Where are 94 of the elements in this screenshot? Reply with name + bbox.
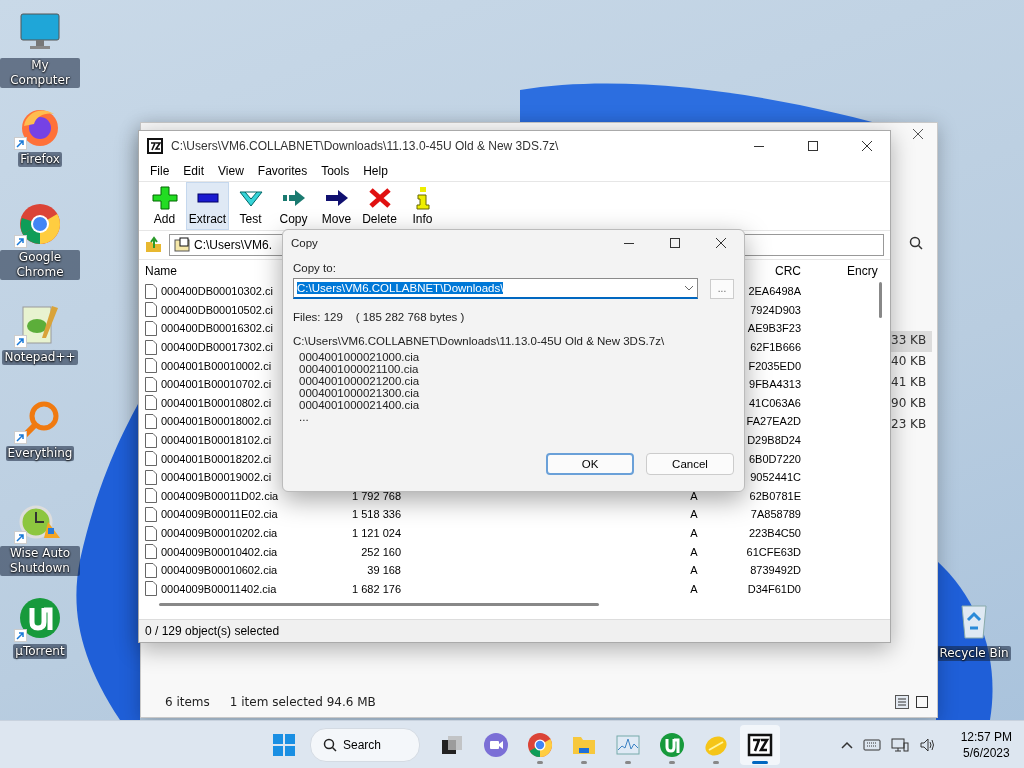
- toolbar-button[interactable]: Test: [229, 182, 272, 230]
- file-name[interactable]: 000400DB00017302.ci: [161, 341, 273, 354]
- desktop-icon-label[interactable]: Firefox: [18, 152, 62, 167]
- menu-item[interactable]: Tools: [314, 164, 357, 178]
- desktop-icon-label[interactable]: Everything: [5, 446, 75, 461]
- file-name[interactable]: 0004009B00010202.cia: [161, 527, 278, 539]
- file-crc: 223B4C50: [749, 527, 801, 539]
- file-size-text: 90 KB: [890, 395, 928, 412]
- file-crc: FA27EA2D: [746, 415, 801, 428]
- desktop-icon-label[interactable]: Notepad++: [2, 350, 78, 365]
- file-name[interactable]: 0004001B00018102.ci: [161, 434, 272, 447]
- file-crc: 7924D903: [750, 303, 801, 316]
- file-size: 1 518 336: [352, 508, 401, 521]
- status-text: 0 / 129 object(s) selected: [145, 624, 280, 638]
- file-crc: D34F61D0: [747, 582, 801, 595]
- toolbar-button[interactable]: Move: [315, 182, 358, 230]
- item-count-text: 6 items: [165, 695, 210, 709]
- file-size: 39 168: [367, 564, 401, 577]
- dialog-button[interactable]: OK: [546, 453, 634, 475]
- toolbar-button[interactable]: Delete: [358, 182, 401, 230]
- toolbar-button[interactable]: Copy: [272, 182, 315, 230]
- files-info-text: Files: 129 ( 185 282 768 bytes ): [293, 311, 466, 323]
- copy-to-label: Copy to:: [293, 262, 337, 274]
- file-attributes: A: [689, 508, 699, 521]
- file-name: 0004001000021400.cia: [299, 399, 421, 411]
- file-size: 252 160: [361, 545, 401, 558]
- desktop-icon-label[interactable]: My Computer: [0, 58, 80, 88]
- file-name[interactable]: 0004009B00011402.cia: [161, 582, 277, 595]
- file-name[interactable]: 0004009B00011E02.cia: [161, 508, 278, 521]
- destination-field[interactable]: C:\Users\VM6.COLLABNET\Downloads\: [293, 278, 698, 299]
- dialog-button[interactable]: Cancel: [646, 453, 734, 475]
- file-crc: 9052441C: [750, 471, 801, 484]
- file-name[interactable]: 0004001B00010702.ci: [161, 378, 272, 391]
- file-attributes: A: [689, 527, 699, 539]
- file-attributes: A: [689, 489, 699, 502]
- toolbar-button[interactable]: Info: [401, 182, 444, 230]
- file-crc: F2035ED0: [748, 359, 801, 372]
- desktop-icon-label[interactable]: µTorrent: [13, 644, 67, 659]
- file-crc: 8739492D: [750, 564, 801, 577]
- file-crc: 41C063A6: [749, 396, 801, 409]
- file-crc: D29B8D24: [747, 434, 801, 447]
- file-size-text: 40 KB: [890, 353, 928, 370]
- menu-item[interactable]: Edit: [176, 164, 212, 178]
- file-name: 0004001000021300.cia: [299, 387, 421, 399]
- file-crc: 61CFE63D: [746, 545, 801, 558]
- desktop-icon-label[interactable]: Google Chrome: [0, 250, 80, 280]
- menu-item[interactable]: View: [211, 164, 251, 178]
- file-attributes: A: [689, 582, 699, 595]
- file-name: 0004001000021000.cia: [299, 351, 421, 363]
- file-name: ...: [299, 411, 310, 423]
- file-name: 0004001000021100.cia: [299, 363, 420, 375]
- file-name[interactable]: 000400DB00016302.ci: [161, 322, 273, 335]
- desktop-icon-label[interactable]: Recycle Bin: [937, 646, 1011, 661]
- file-name[interactable]: 000400DB00010502.ci: [161, 303, 273, 316]
- file-name[interactable]: 0004009B00011D02.cia: [161, 489, 279, 502]
- file-size: 1 121 024: [352, 527, 401, 539]
- browse-button[interactable]: ...: [710, 278, 734, 299]
- file-name[interactable]: 0004001B00018002.ci: [161, 415, 272, 428]
- file-name[interactable]: 0004001B00019002.ci: [161, 471, 272, 484]
- toolbar-button[interactable]: Add: [143, 182, 186, 230]
- file-name[interactable]: 0004001B00018202.ci: [161, 452, 272, 465]
- file-size-text: 33 KB: [889, 331, 933, 352]
- file-crc: 9FBA4313: [749, 378, 801, 391]
- column-header[interactable]: Encry: [801, 264, 881, 278]
- file-size: 1 682 176: [352, 582, 401, 595]
- dialog-title: Copy: [291, 237, 319, 249]
- file-name: 0004001000021200.cia: [299, 375, 421, 387]
- menu-item[interactable]: Favorites: [250, 164, 315, 178]
- file-crc: AE9B3F23: [747, 322, 801, 335]
- file-size-text: 23 KB: [890, 416, 928, 433]
- file-name[interactable]: 0004001B00010002.ci: [161, 359, 272, 372]
- file-crc: 7A858789: [750, 508, 801, 521]
- file-size: 1 792 768: [352, 489, 401, 502]
- desktop-icon-label[interactable]: Wise Auto Shutdown: [0, 546, 80, 576]
- source-path-text: C:\Users\VM6.COLLABNET\Downloads\11.13.0-45U Old & New 3DS.7z\: [293, 335, 666, 347]
- file-crc: 2EA6498A: [748, 285, 801, 298]
- file-crc: 6B0D7220: [749, 452, 801, 465]
- file-size-text: 41 KB: [890, 374, 928, 391]
- file-crc: 62B0781E: [749, 489, 801, 502]
- clock-time[interactable]: 12:57 PM: [960, 730, 1012, 744]
- file-name[interactable]: 000400DB00010302.ci: [161, 285, 273, 298]
- search-box[interactable]: Search: [310, 728, 420, 762]
- menu-item[interactable]: File: [143, 164, 177, 178]
- file-crc: 62F1B666: [750, 341, 801, 354]
- file-attributes: A: [689, 545, 699, 558]
- file-name[interactable]: 0004001B00010802.ci: [161, 396, 272, 409]
- window-title: C:\Users\VM6.COLLABNET\Downloads\11.13.0-45U Old & New 3DS.7z\: [171, 139, 560, 153]
- selection-info-text: 1 item selected 94.6 MB: [229, 695, 376, 709]
- file-name[interactable]: 0004009B00010602.cia: [161, 564, 278, 577]
- file-name[interactable]: 0004009B00010402.cia: [161, 545, 278, 558]
- file-attributes: A: [689, 564, 699, 577]
- menu-item[interactable]: Help: [356, 164, 395, 178]
- toolbar-button[interactable]: Extract: [186, 182, 229, 230]
- clock-date[interactable]: 5/6/2023: [962, 746, 1010, 760]
